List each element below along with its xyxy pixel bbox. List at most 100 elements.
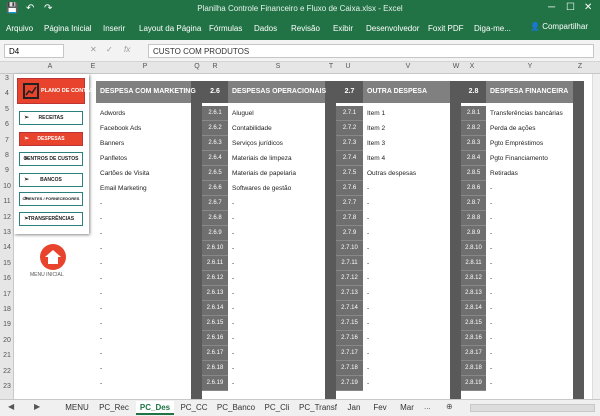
account-item[interactable]: - bbox=[100, 346, 102, 361]
row-header[interactable]: 21 bbox=[0, 352, 14, 359]
account-code[interactable]: 2.7.9 bbox=[336, 226, 363, 241]
account-item[interactable]: - bbox=[490, 211, 492, 226]
account-code[interactable]: 2.7.4 bbox=[336, 151, 363, 166]
tab-layout[interactable]: Layout da Página bbox=[139, 24, 201, 33]
row-header[interactable]: 8 bbox=[0, 152, 14, 159]
account-code[interactable]: 2.8.9 bbox=[461, 226, 486, 241]
account-code[interactable]: 2.6.18 bbox=[202, 361, 228, 376]
nav-clientes-button[interactable]: ➢ CLIENTES / FORNECEDORES bbox=[19, 192, 83, 206]
account-code[interactable]: 2.6.16 bbox=[202, 331, 228, 346]
account-item[interactable]: - bbox=[490, 331, 492, 346]
row-header[interactable]: 4 bbox=[0, 90, 14, 97]
row-header[interactable]: 15 bbox=[0, 260, 14, 267]
tab-inserir[interactable]: Inserir bbox=[103, 24, 125, 33]
account-code[interactable]: 2.6.12 bbox=[202, 271, 228, 286]
account-item[interactable]: Aluguel bbox=[232, 106, 254, 121]
account-code[interactable]: 2.6.9 bbox=[202, 226, 228, 241]
account-code[interactable]: 2.8.11 bbox=[461, 256, 486, 271]
nav-centros-button[interactable]: ➢ CENTROS DE CUSTOS bbox=[19, 152, 83, 166]
account-item[interactable]: Perda de ações bbox=[490, 121, 536, 136]
account-item[interactable]: - bbox=[232, 256, 234, 271]
formula-input[interactable]: CUSTO COM PRODUTOS bbox=[148, 44, 594, 58]
account-item[interactable]: Banners bbox=[100, 136, 124, 151]
sheet-tab-mar[interactable]: Mar bbox=[396, 401, 418, 415]
account-item[interactable]: - bbox=[100, 286, 102, 301]
sheet-tab-pc-rec[interactable]: PC_Rec bbox=[96, 401, 132, 415]
account-item[interactable]: - bbox=[232, 331, 234, 346]
account-code[interactable]: 2.8.17 bbox=[461, 346, 486, 361]
account-item[interactable]: - bbox=[367, 241, 369, 256]
account-code[interactable]: 2.6.7 bbox=[202, 196, 228, 211]
account-code[interactable]: 2.6.17 bbox=[202, 346, 228, 361]
account-item[interactable]: - bbox=[100, 226, 102, 241]
row-header[interactable]: 18 bbox=[0, 306, 14, 313]
row-header[interactable]: 12 bbox=[0, 214, 14, 221]
enter-icon[interactable]: ✓ bbox=[106, 45, 113, 54]
account-code[interactable]: 2.8.13 bbox=[461, 286, 486, 301]
account-item[interactable]: - bbox=[367, 196, 369, 211]
nav-receitas-button[interactable]: ➢ RECEITAS bbox=[19, 111, 83, 125]
row-header[interactable]: 23 bbox=[0, 383, 14, 390]
account-item[interactable]: - bbox=[232, 301, 234, 316]
account-code[interactable]: 2.7.7 bbox=[336, 196, 363, 211]
account-item[interactable]: - bbox=[100, 361, 102, 376]
share-button[interactable]: 👤 Compartilhar bbox=[530, 22, 588, 31]
account-item[interactable]: Email Marketing bbox=[100, 181, 147, 196]
nav-despesas-button[interactable]: ➢ DESPESAS bbox=[19, 132, 83, 146]
account-code[interactable]: 2.6.19 bbox=[202, 376, 228, 391]
row-header[interactable]: 9 bbox=[0, 167, 14, 174]
account-code[interactable]: 2.8.14 bbox=[461, 301, 486, 316]
account-item[interactable]: - bbox=[490, 361, 492, 376]
column-header[interactable]: W bbox=[451, 63, 461, 70]
account-code[interactable]: 2.8.12 bbox=[461, 271, 486, 286]
account-item[interactable]: - bbox=[367, 211, 369, 226]
account-code[interactable]: 2.7.19 bbox=[336, 376, 363, 391]
account-item[interactable]: Contabilidade bbox=[232, 121, 272, 136]
account-item[interactable]: - bbox=[232, 226, 234, 241]
sheet-tab-pc-cli[interactable]: PC_Cli bbox=[262, 401, 292, 415]
add-sheet-icon[interactable]: ⊕ bbox=[446, 402, 453, 411]
column-header[interactable]: U bbox=[340, 63, 356, 70]
account-code[interactable]: 2.8.8 bbox=[461, 211, 486, 226]
cancel-icon[interactable]: ✕ bbox=[90, 45, 97, 54]
account-item[interactable]: Panfletos bbox=[100, 151, 127, 166]
account-item[interactable]: Item 4 bbox=[367, 151, 385, 166]
prev-sheet-icon[interactable]: ◀ bbox=[8, 402, 14, 411]
row-header[interactable]: 22 bbox=[0, 368, 14, 375]
tab-revisao[interactable]: Revisão bbox=[291, 24, 320, 33]
account-code[interactable]: 2.8.4 bbox=[461, 151, 486, 166]
account-code[interactable]: 2.7.10 bbox=[336, 241, 363, 256]
sheet-tab-fev[interactable]: Fev bbox=[370, 401, 390, 415]
account-code[interactable]: 2.7.14 bbox=[336, 301, 363, 316]
sheet-tab-pc-des[interactable]: PC_Des bbox=[136, 401, 174, 415]
row-header[interactable]: 5 bbox=[0, 106, 14, 113]
column-header[interactable]: X bbox=[464, 63, 480, 70]
account-item[interactable]: - bbox=[232, 196, 234, 211]
insert-function-icon[interactable]: fx bbox=[124, 45, 130, 54]
account-code[interactable]: 2.7.18 bbox=[336, 361, 363, 376]
account-item[interactable]: - bbox=[367, 331, 369, 346]
account-item[interactable]: - bbox=[100, 271, 102, 286]
account-item[interactable]: Adwords bbox=[100, 106, 125, 121]
account-item[interactable]: Outras despesas bbox=[367, 166, 416, 181]
account-code[interactable]: 2.6.3 bbox=[202, 136, 228, 151]
tell-me-search[interactable]: Diga-me... bbox=[474, 24, 511, 33]
account-code[interactable]: 2.6.11 bbox=[202, 256, 228, 271]
close-button[interactable]: ✕ bbox=[584, 2, 592, 13]
account-item[interactable]: - bbox=[232, 211, 234, 226]
account-item[interactable]: - bbox=[100, 241, 102, 256]
account-item[interactable]: - bbox=[100, 256, 102, 271]
horizontal-scrollbar[interactable] bbox=[470, 404, 595, 412]
account-item[interactable]: - bbox=[490, 226, 492, 241]
account-item[interactable]: - bbox=[232, 271, 234, 286]
account-item[interactable]: - bbox=[232, 286, 234, 301]
account-item[interactable]: - bbox=[490, 241, 492, 256]
account-item[interactable]: - bbox=[367, 181, 369, 196]
account-item[interactable]: - bbox=[490, 286, 492, 301]
column-header[interactable]: R bbox=[207, 63, 223, 70]
sheet-tab-jan[interactable]: Jan bbox=[344, 401, 364, 415]
account-item[interactable]: - bbox=[100, 376, 102, 391]
account-code[interactable]: 2.8.19 bbox=[461, 376, 486, 391]
sheet-tab-pc-banco[interactable]: PC_Banco bbox=[214, 401, 258, 415]
account-item[interactable]: Retiradas bbox=[490, 166, 518, 181]
